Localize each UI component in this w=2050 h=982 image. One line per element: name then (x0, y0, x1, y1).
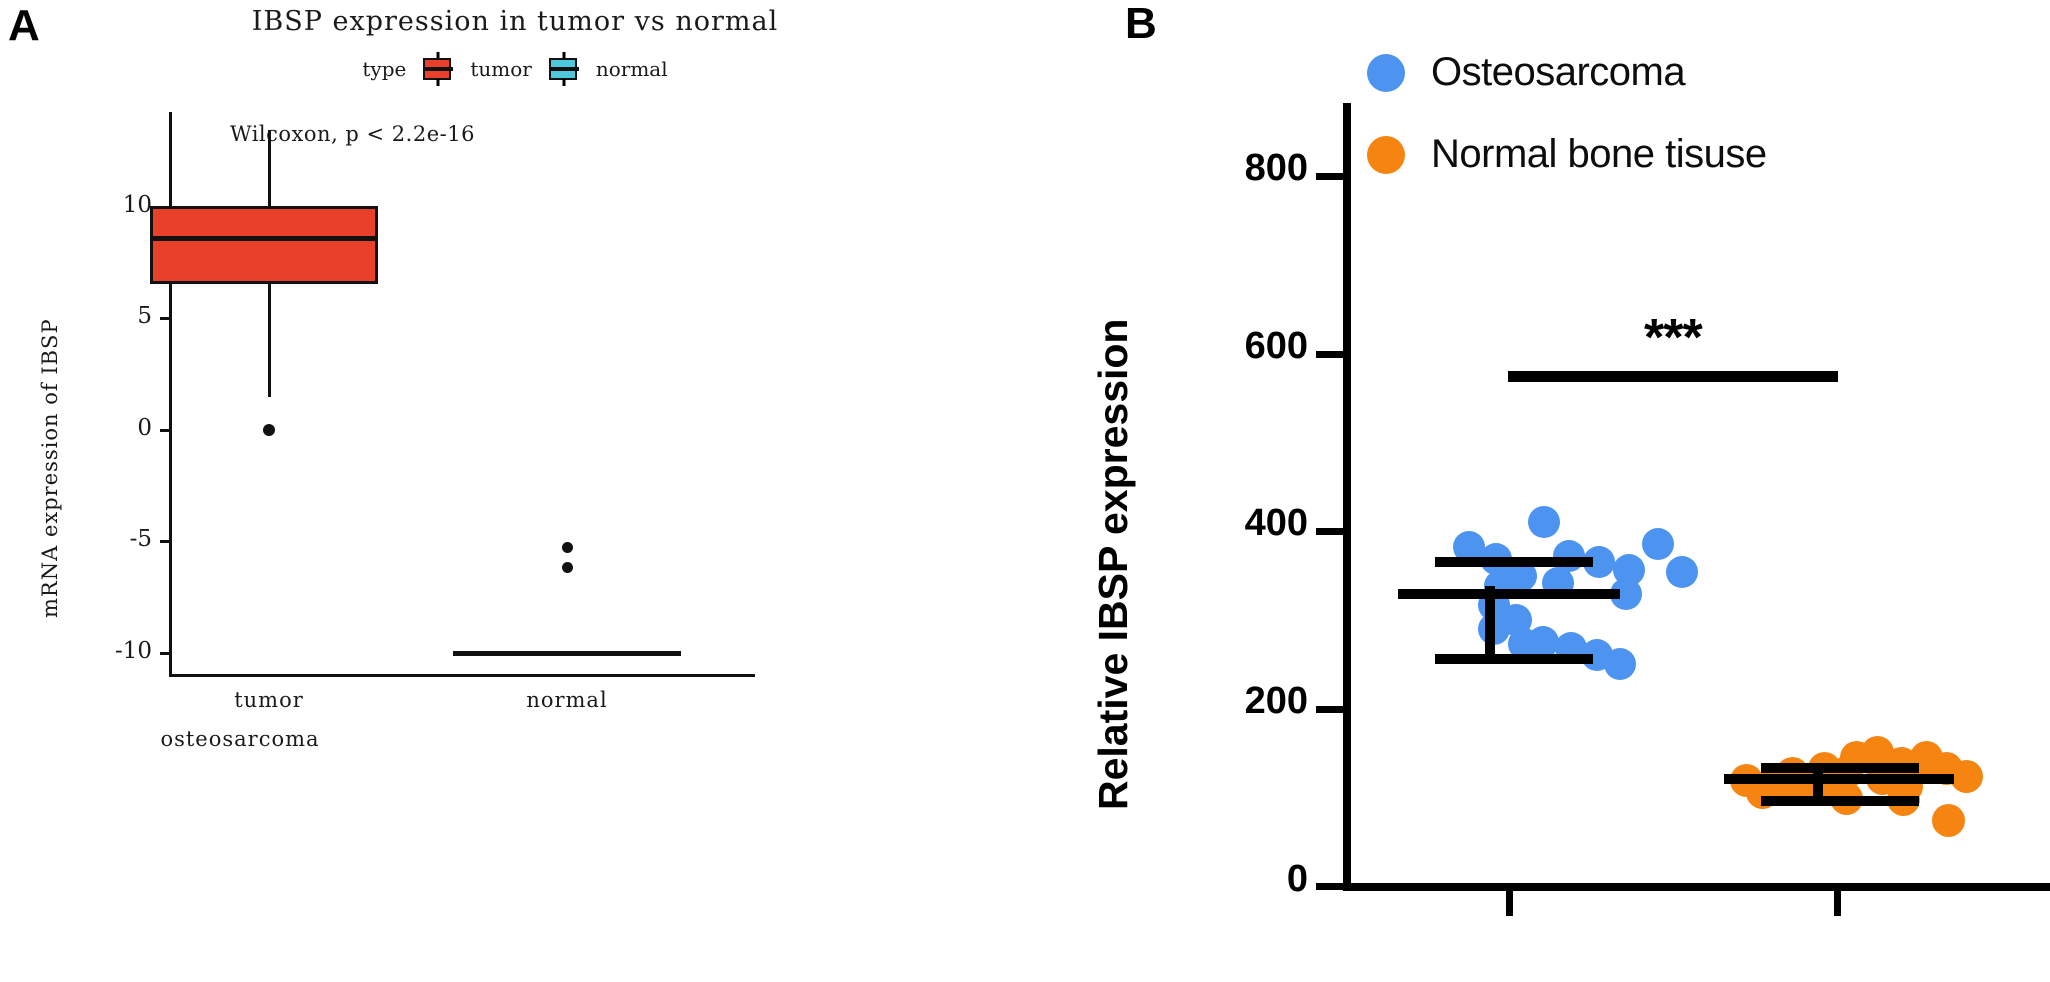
error-cap-lower-normal-bone (1761, 796, 1919, 806)
x-category-tumor: tumor (234, 688, 304, 712)
panel-a-x-axis-line (169, 674, 755, 677)
panel-b-x-axis-line (1343, 883, 2050, 891)
normal-outlier-point-1 (562, 542, 573, 553)
panel-b-y-tick-800 (1316, 173, 1345, 180)
panel-a: A IBSP expression in tumor vs normal typ… (0, 0, 1030, 982)
y-tick-label-0: 0 (137, 415, 152, 441)
panel-b-y-tick-200 (1316, 706, 1345, 713)
panel-b-letter: B (1125, 0, 1157, 48)
y-tick-label-minus5: -5 (129, 526, 152, 552)
legend-label-normal: normal (595, 57, 668, 81)
y-tick-label-minus10: -10 (114, 638, 152, 664)
y-tick-label-10: 10 (122, 192, 152, 218)
panel-b-y-tick-0 (1316, 883, 1345, 890)
panel-b-y-axis-line (1343, 103, 1351, 891)
panel-b-x-tick-group1 (1506, 890, 1513, 916)
error-cap-upper-osteosarcoma (1435, 557, 1593, 567)
data-point (1666, 556, 1698, 588)
legend-dot-normal-bone (1367, 135, 1405, 174)
tumor-box (150, 206, 378, 284)
significance-bar (1508, 371, 1838, 382)
y-tick-0 (160, 429, 169, 432)
error-cap-upper-normal-bone (1761, 763, 1919, 773)
legend-key-tumor (419, 52, 457, 86)
legend-label-tumor: tumor (470, 57, 532, 81)
panel-a-y-axis-title: mRNA expression of IBSP (38, 318, 62, 618)
error-stem-osteosarcoma (1485, 586, 1495, 662)
tumor-outlier-point (263, 424, 275, 436)
data-point (1950, 760, 1983, 793)
tumor-whisker-lower (268, 283, 271, 397)
legend-title: type (362, 57, 407, 81)
legend-dot-osteosarcoma (1367, 53, 1405, 92)
data-point (1528, 506, 1560, 538)
normal-box-collapsed (453, 651, 681, 656)
panel-b-y-label-200: 200 (1244, 680, 1308, 722)
panel-b-legend-normal-bone: Normal bone tisuse (1367, 132, 1767, 177)
panel-b-y-label-0: 0 (1286, 858, 1308, 900)
panel-b: B Osteosarcoma Normal bone tisuse 800 60… (1030, 0, 2050, 982)
normal-outlier-point-2 (562, 562, 573, 573)
data-point (1604, 648, 1636, 680)
y-tick-5 (160, 317, 169, 320)
panel-a-title: IBSP expression in tumor vs normal (251, 6, 779, 37)
x-category-normal: normal (526, 688, 608, 712)
error-cap-lower-osteosarcoma (1435, 654, 1593, 664)
tumor-whisker-upper (268, 130, 271, 207)
legend-label-normal-bone: Normal bone tisuse (1431, 132, 1767, 176)
y-tick-minus10 (160, 652, 169, 655)
data-point (1642, 528, 1674, 560)
legend-label-osteosarcoma: Osteosarcoma (1431, 50, 1686, 94)
panel-b-y-axis-title: Relative IBSP expression (1090, 318, 1136, 810)
panel-b-y-label-600: 600 (1244, 325, 1308, 367)
panel-b-legend-osteosarcoma: Osteosarcoma (1367, 50, 1686, 95)
legend-key-normal (545, 52, 583, 86)
panel-b-y-tick-600 (1316, 351, 1345, 358)
panel-b-y-label-800: 800 (1244, 147, 1308, 189)
panel-b-x-tick-group2 (1834, 890, 1841, 916)
panel-b-y-label-400: 400 (1244, 502, 1308, 544)
panel-a-legend: type tumor normal (0, 52, 1030, 86)
panel-a-x-axis-title: osteosarcoma (160, 727, 320, 751)
mean-line-normal-bone (1724, 774, 1954, 784)
panel-a-stat-annotation: Wilcoxon, p < 2.2e-16 (230, 122, 475, 146)
panel-a-y-axis-line (169, 112, 172, 675)
data-point (1932, 804, 1965, 837)
mean-line-osteosarcoma (1398, 589, 1620, 599)
tumor-median-line (150, 236, 378, 241)
figure-root: A IBSP expression in tumor vs normal typ… (0, 0, 2050, 982)
y-tick-label-5: 5 (137, 303, 152, 329)
panel-b-y-tick-400 (1316, 528, 1345, 535)
significance-stars: *** (1644, 309, 1703, 367)
y-tick-minus5 (160, 540, 169, 543)
